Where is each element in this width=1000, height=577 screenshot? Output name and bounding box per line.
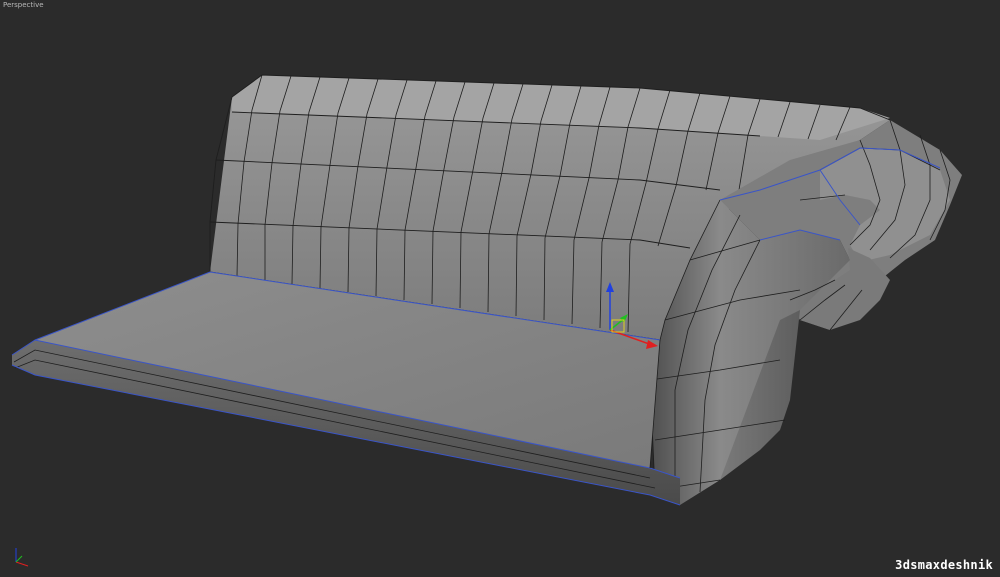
viewport-scene (11, 74, 962, 567)
axis-tripod-icon (15, 548, 29, 567)
watermark: 3dsmaxdeshnik (895, 558, 993, 572)
perspective-viewport[interactable]: Perspective 3dsmaxdeshnik (0, 0, 1000, 577)
